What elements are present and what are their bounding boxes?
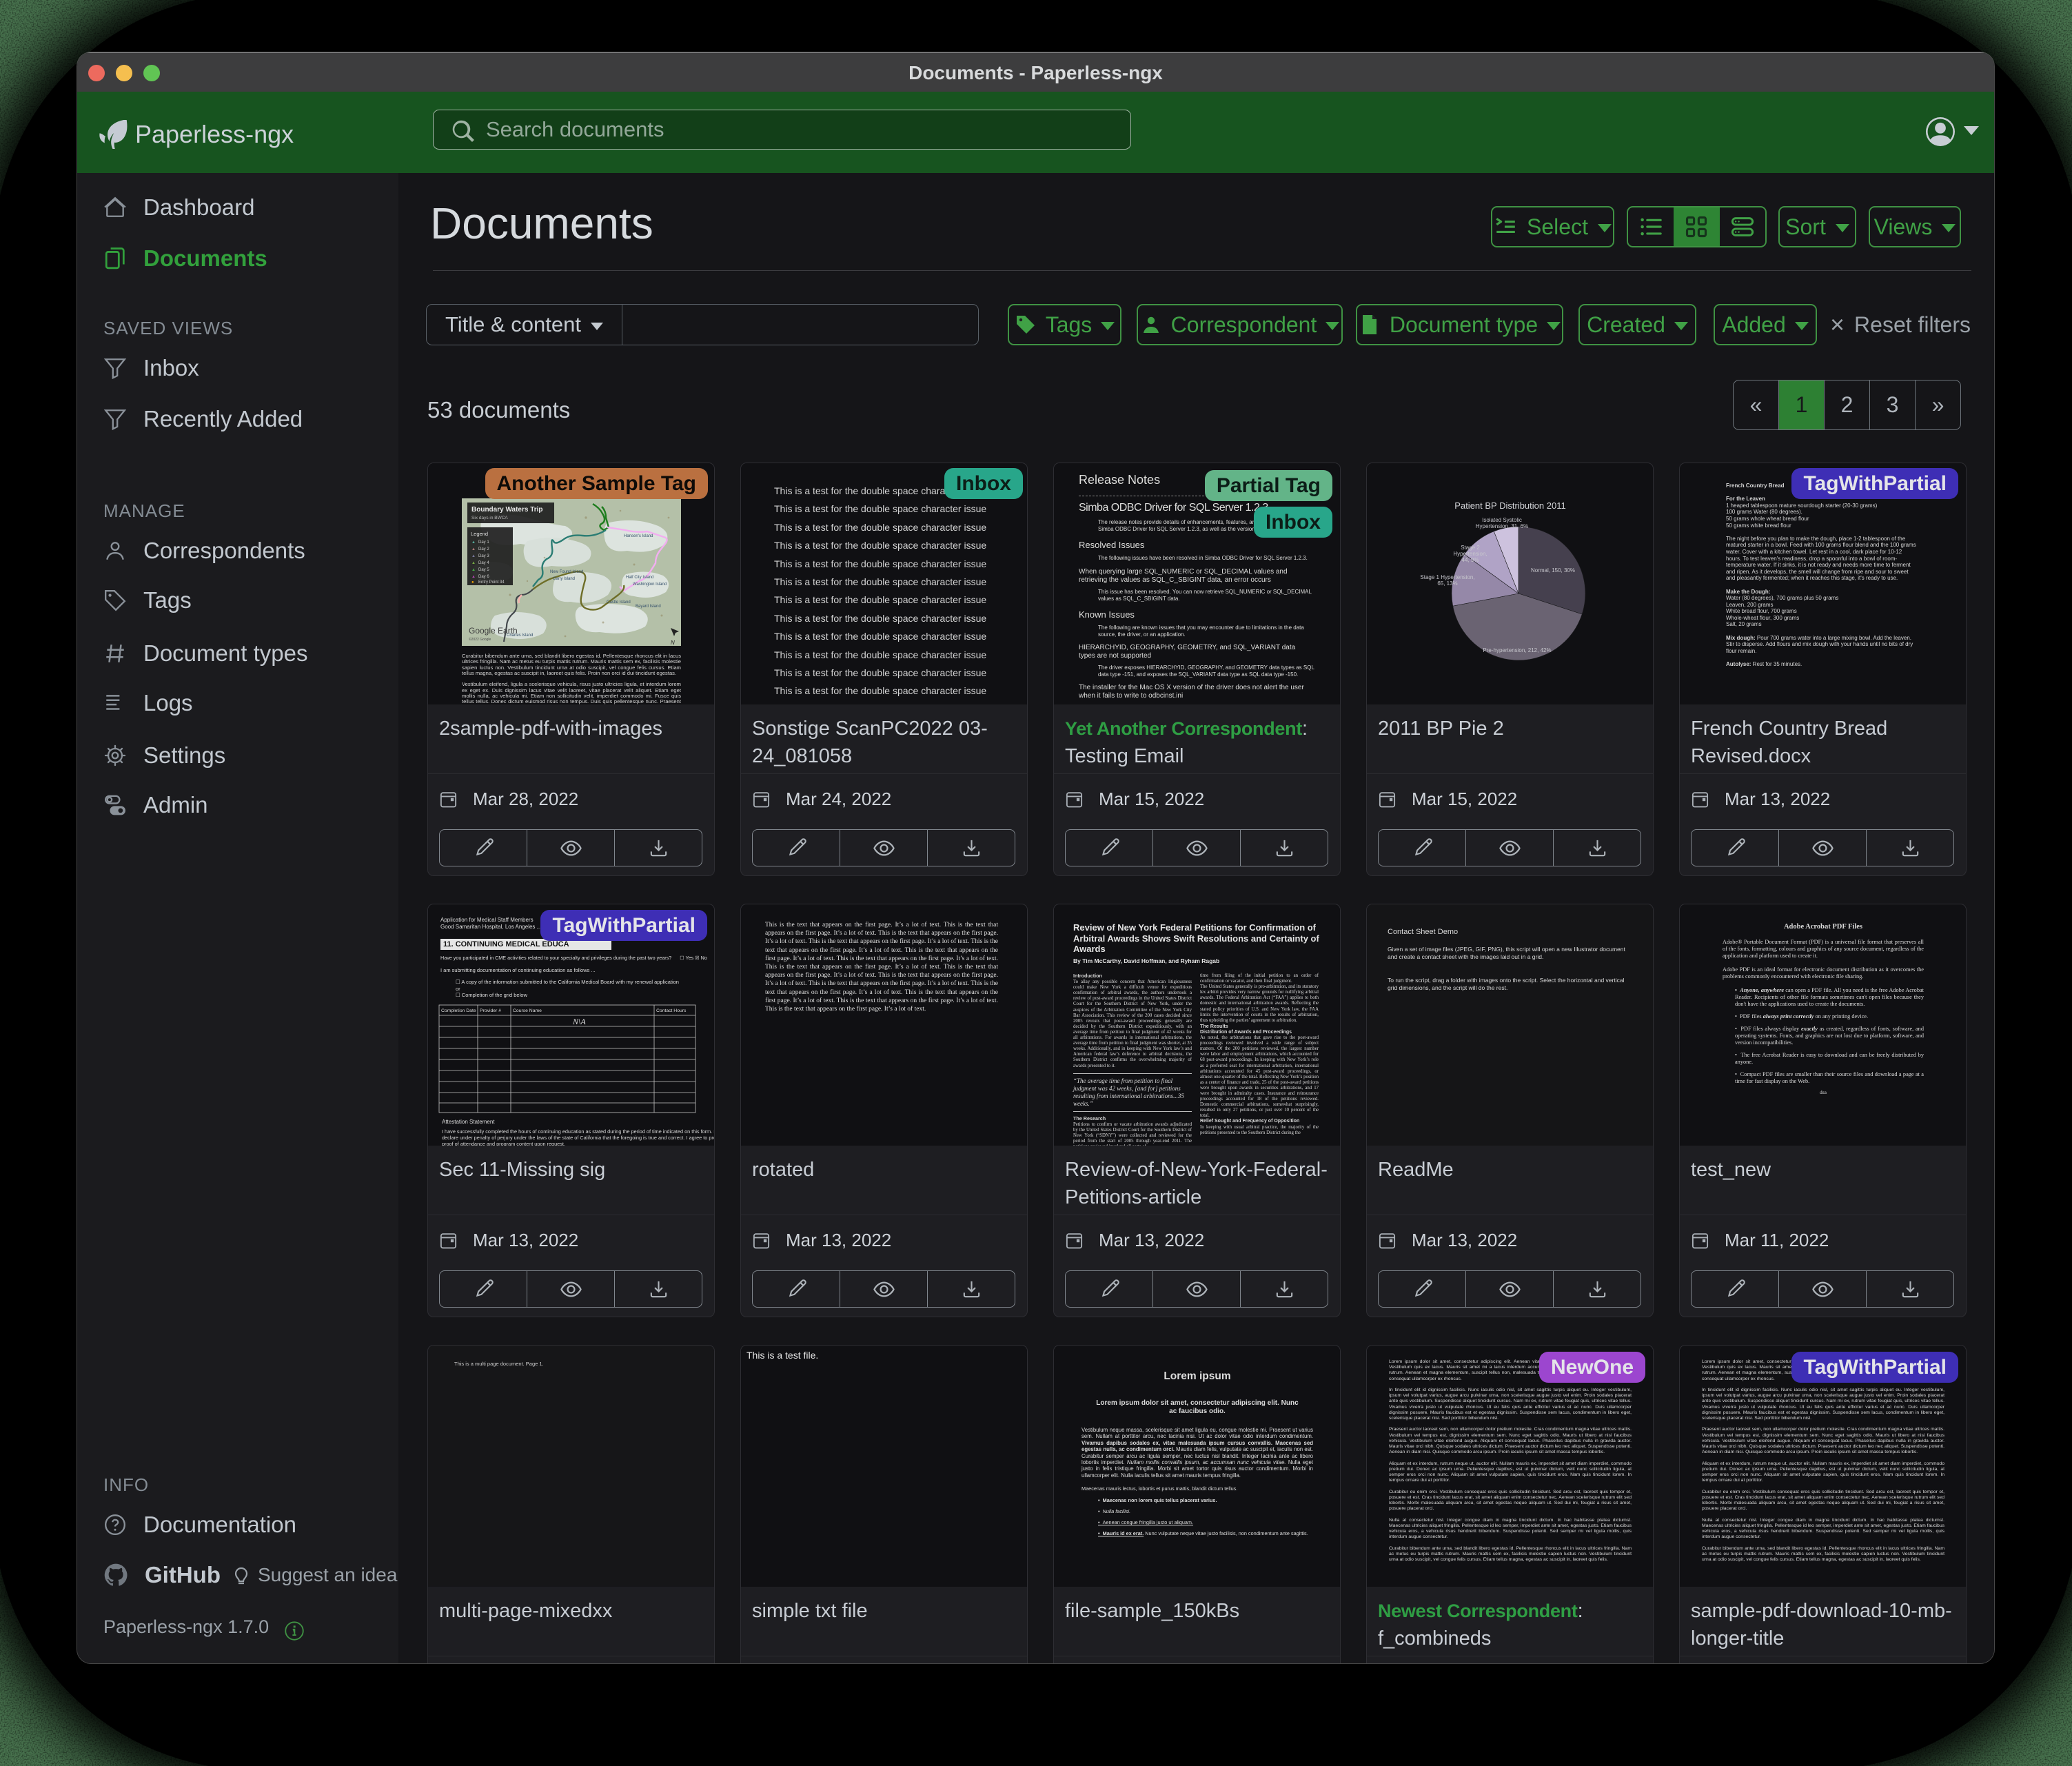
svg-text:Half City Island: Half City Island bbox=[626, 576, 653, 580]
svg-text:Isolated SystolicHypertension,: Isolated SystolicHypertension, 31, 6% bbox=[1476, 517, 1529, 529]
svg-text:Contact Hours: Contact Hours bbox=[656, 1008, 687, 1013]
svg-text:Pre-hypertension, 212, 42%: Pre-hypertension, 212, 42% bbox=[1483, 647, 1551, 653]
svg-text:▲: ▲ bbox=[471, 540, 476, 545]
svg-text:▲: ▲ bbox=[471, 547, 476, 551]
svg-text:Course Name: Course Name bbox=[513, 1008, 542, 1013]
svg-text:Six days in BWCA: Six days in BWCA bbox=[471, 516, 508, 520]
svg-text:Day 3: Day 3 bbox=[478, 554, 489, 558]
svg-text:©2022 Google: ©2022 Google bbox=[469, 637, 491, 642]
svg-text:N: N bbox=[671, 640, 675, 646]
svg-text:Day 5: Day 5 bbox=[478, 568, 489, 572]
svg-text:▲: ▲ bbox=[471, 568, 476, 572]
svg-text:Patient BP Distribution 2011: Patient BP Distribution 2011 bbox=[1454, 500, 1565, 511]
svg-text:Washington Island: Washington Island bbox=[633, 582, 667, 587]
svg-text:Bayard Island: Bayard Island bbox=[636, 605, 661, 609]
svg-text:Day 4: Day 4 bbox=[478, 561, 489, 565]
svg-text:●: ● bbox=[471, 580, 474, 585]
svg-text:N\A: N\A bbox=[572, 1017, 586, 1026]
svg-text:Day 2: Day 2 bbox=[478, 547, 489, 551]
svg-text:Day 1: Day 1 bbox=[478, 540, 489, 545]
svg-text:Google Earth: Google Earth bbox=[469, 626, 518, 636]
svg-text:Attestation Statement: Attestation Statement bbox=[442, 1119, 495, 1125]
svg-text:Legend: Legend bbox=[471, 531, 488, 537]
svg-text:Gany Island: Gany Island bbox=[553, 577, 575, 581]
svg-text:Provider #: Provider # bbox=[480, 1008, 501, 1013]
svg-text:declare under penalty of perju: declare under penalty of perjury under t… bbox=[442, 1135, 714, 1141]
svg-text:Boundary Waters Trip: Boundary Waters Trip bbox=[471, 506, 543, 514]
svg-text:proof of attendance and progra: proof of attendance and program content … bbox=[442, 1141, 565, 1146]
svg-text:▲: ▲ bbox=[471, 575, 476, 579]
svg-text:Normal, 150, 30%: Normal, 150, 30% bbox=[1531, 567, 1575, 574]
svg-text:I have successfully completed: I have successfully completed the hours … bbox=[442, 1128, 714, 1135]
svg-text:Hansen's Island: Hansen's Island bbox=[624, 534, 653, 538]
svg-text:▲: ▲ bbox=[471, 554, 476, 558]
svg-text:New Found Island: New Found Island bbox=[550, 570, 583, 574]
svg-text:Entry Point 34: Entry Point 34 bbox=[478, 580, 505, 585]
svg-text:▲: ▲ bbox=[471, 561, 476, 565]
svg-text:Completion Date: Completion Date bbox=[441, 1008, 476, 1013]
svg-text:Day 6: Day 6 bbox=[478, 575, 489, 579]
svg-text:Castle Island: Castle Island bbox=[607, 600, 631, 605]
